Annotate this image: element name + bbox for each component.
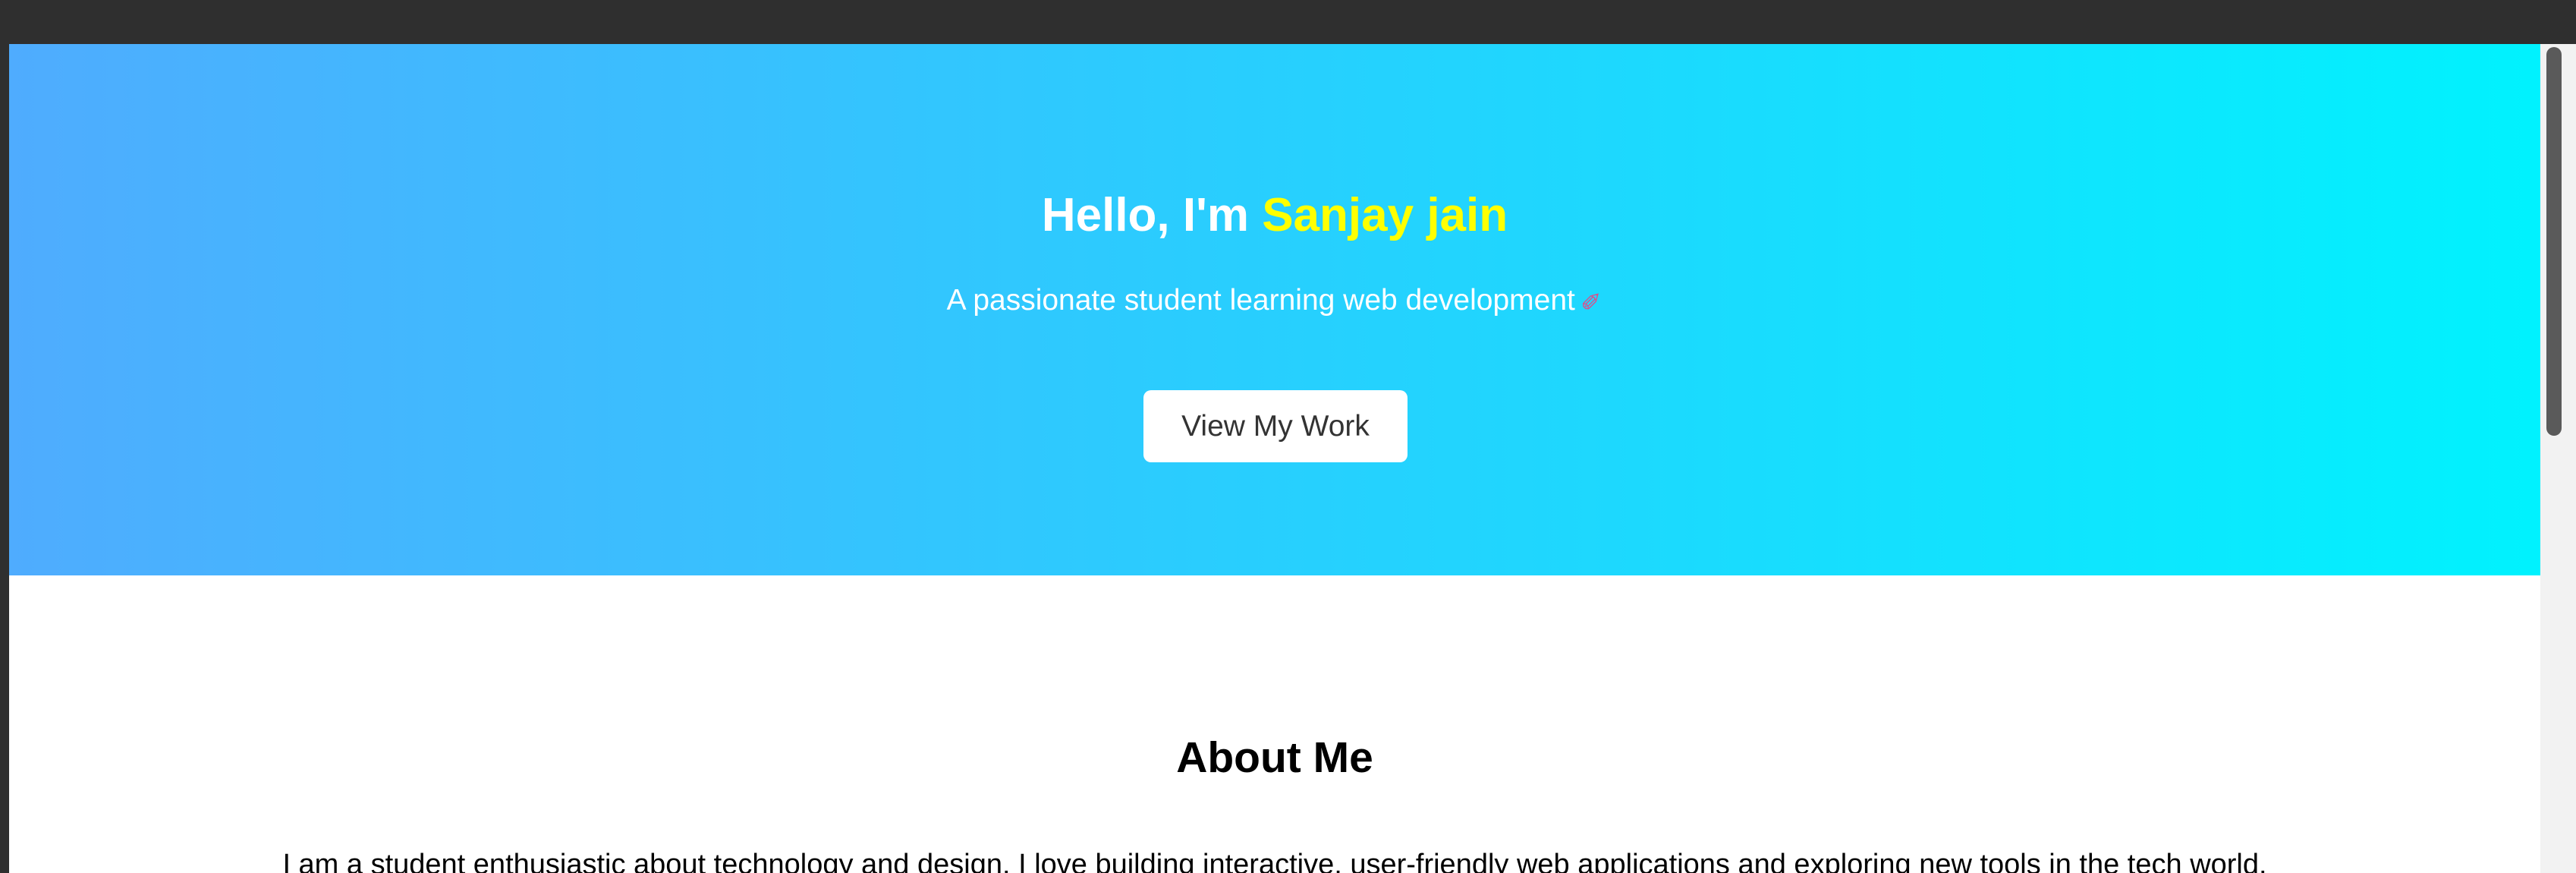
hero-greeting: Hello, I'm xyxy=(1041,189,1263,241)
scrollbar-thumb[interactable] xyxy=(2546,47,2562,436)
hero-subtitle: A passionate student learning web develo… xyxy=(9,283,2540,320)
hero-title: Hello, I'm Sanjay jain xyxy=(9,192,2540,239)
view-my-work-button[interactable]: View My Work xyxy=(1143,390,1408,462)
page-viewport: Hello, I'm Sanjay jain A passionate stud… xyxy=(9,44,2540,873)
about-text: I am a student enthusiastic about techno… xyxy=(282,849,2267,873)
browser-frame: Hello, I'm Sanjay jain A passionate stud… xyxy=(0,0,2576,873)
about-title: About Me xyxy=(1176,733,1373,782)
hero-section: Hello, I'm Sanjay jain A passionate stud… xyxy=(9,44,2540,575)
hero-name: Sanjay jain xyxy=(1262,189,1508,241)
rocket-icon: ✏ xyxy=(1574,283,1610,320)
hero-subtitle-text: A passionate student learning web develo… xyxy=(946,284,1575,317)
vertical-scrollbar[interactable] xyxy=(2540,44,2576,873)
about-section: About Me I am a student enthusiastic abo… xyxy=(9,575,2540,873)
top-bar xyxy=(0,0,2576,44)
